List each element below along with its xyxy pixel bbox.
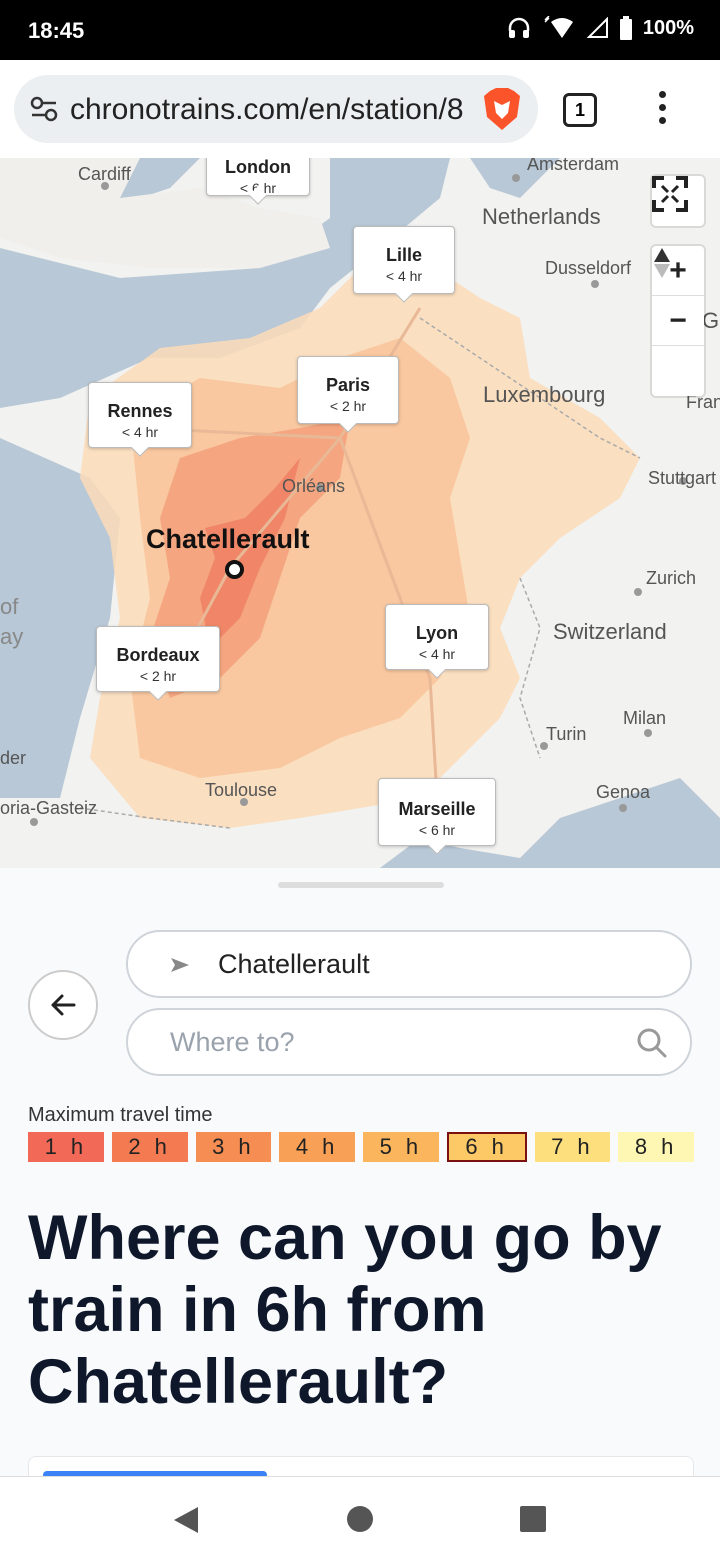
headphones-icon — [508, 17, 530, 38]
back-button[interactable] — [28, 970, 98, 1040]
travel-time-5h[interactable]: 5 h — [363, 1132, 439, 1162]
status-bar: 18:45 100% — [0, 0, 720, 60]
map-label-toulouse: Toulouse — [205, 780, 278, 800]
travel-time-1h[interactable]: 1 h — [28, 1132, 104, 1162]
zoom-controls: + − — [652, 246, 704, 396]
callout-bordeaux[interactable]: Bordeaux < 2 hr — [96, 626, 220, 692]
arrow-left-icon — [51, 994, 76, 1016]
map-label-amsterdam: Amsterdam — [527, 158, 620, 174]
max-travel-time-label: Maximum travel time — [28, 1104, 213, 1126]
map-label-netherlands: Netherlands — [482, 204, 601, 229]
address-bar[interactable]: chronotrains.com/en/station/87 — [14, 75, 538, 143]
map-label-cardiff: Cardiff — [78, 164, 131, 184]
origin-station-marker[interactable] — [225, 560, 244, 579]
map-label-stuttgart: Stuttgart — [648, 468, 717, 488]
map-label-bay-of: of — [0, 594, 19, 619]
map-label-vitoria-gasteiz: oria-Gasteiz — [0, 798, 98, 818]
origin-value: Chatellerault — [218, 949, 370, 979]
status-time: 18:45 — [28, 18, 85, 43]
browser-toolbar: chronotrains.com/en/station/87 1 — [0, 60, 720, 158]
page-title: Where can you go by train in 6h from Cha… — [28, 1203, 662, 1417]
callout-lyon[interactable]: Lyon < 4 hr — [385, 604, 489, 670]
tab-switcher-button[interactable]: 1 — [563, 93, 597, 127]
map-view[interactable]: Cardiff Amsterdam Netherlands Dusseldorf… — [0, 158, 720, 868]
map-label-der: der — [0, 748, 27, 768]
travel-time-7h[interactable]: 7 h — [534, 1132, 611, 1162]
travel-time-6h[interactable]: 6 h — [446, 1132, 527, 1162]
map-label-zurich: Zurich — [646, 568, 697, 588]
map-label-luxembourg: Luxembourg — [483, 382, 606, 407]
browser-menu-icon[interactable] — [652, 88, 672, 128]
battery-icon — [619, 16, 632, 40]
map-label-orleans: Orléans — [282, 476, 346, 496]
system-navigation-bar — [0, 1476, 720, 1560]
travel-time-selector: 1 h 2 h 3 h 4 h 5 h 6 h 7 h 8 h — [28, 1132, 694, 1162]
destination-field[interactable]: Where to? — [126, 1008, 692, 1076]
origin-station-label: Chatellerault — [146, 524, 310, 554]
send-icon — [171, 958, 189, 972]
sheet-drag-handle[interactable] — [278, 882, 444, 888]
map-label-dusseldorf: Dusseldorf — [545, 258, 632, 278]
signal-icon — [586, 17, 608, 38]
nav-back-icon[interactable] — [172, 1505, 200, 1535]
zoom-out-button[interactable]: − — [652, 296, 704, 346]
map-label-genoa: Genoa — [596, 782, 651, 802]
wifi-icon — [544, 16, 573, 38]
site-settings-icon[interactable] — [30, 95, 58, 123]
travel-time-3h[interactable]: 3 h — [195, 1132, 272, 1162]
destination-placeholder: Where to? — [170, 1027, 295, 1057]
compass-icon[interactable] — [652, 248, 704, 396]
search-icon[interactable] — [636, 1027, 668, 1059]
travel-time-4h[interactable]: 4 h — [279, 1132, 355, 1162]
travel-time-8h[interactable]: 8 h — [618, 1132, 694, 1162]
map-label-turin: Turin — [546, 724, 587, 744]
callout-paris[interactable]: Paris < 2 hr — [297, 356, 399, 424]
callout-rennes[interactable]: Rennes < 4 hr — [88, 382, 192, 448]
bottom-sheet: Chatellerault Where to? Maximum travel t… — [0, 868, 720, 1496]
map-label-switzerland: Switzerland — [553, 619, 667, 644]
map-label-milan: Milan — [623, 708, 667, 728]
brave-shields-icon[interactable] — [482, 87, 522, 131]
callout-london[interactable]: London < 6 hr — [206, 158, 310, 196]
travel-time-2h[interactable]: 2 h — [111, 1132, 188, 1162]
fullscreen-icon[interactable] — [652, 176, 704, 226]
battery-level: 100% — [642, 16, 694, 39]
nav-home-icon[interactable] — [346, 1505, 374, 1533]
url-text[interactable]: chronotrains.com/en/station/87 — [70, 93, 464, 127]
map-label-germany-partial: G — [702, 308, 720, 333]
nav-recents-icon[interactable] — [519, 1505, 547, 1533]
map-label-bay: ay — [0, 624, 24, 649]
fullscreen-control[interactable] — [652, 176, 704, 226]
origin-field[interactable]: Chatellerault — [126, 930, 692, 998]
callout-marseille[interactable]: Marseille < 6 hr — [378, 778, 496, 846]
callout-lille[interactable]: Lille < 4 hr — [353, 226, 455, 294]
